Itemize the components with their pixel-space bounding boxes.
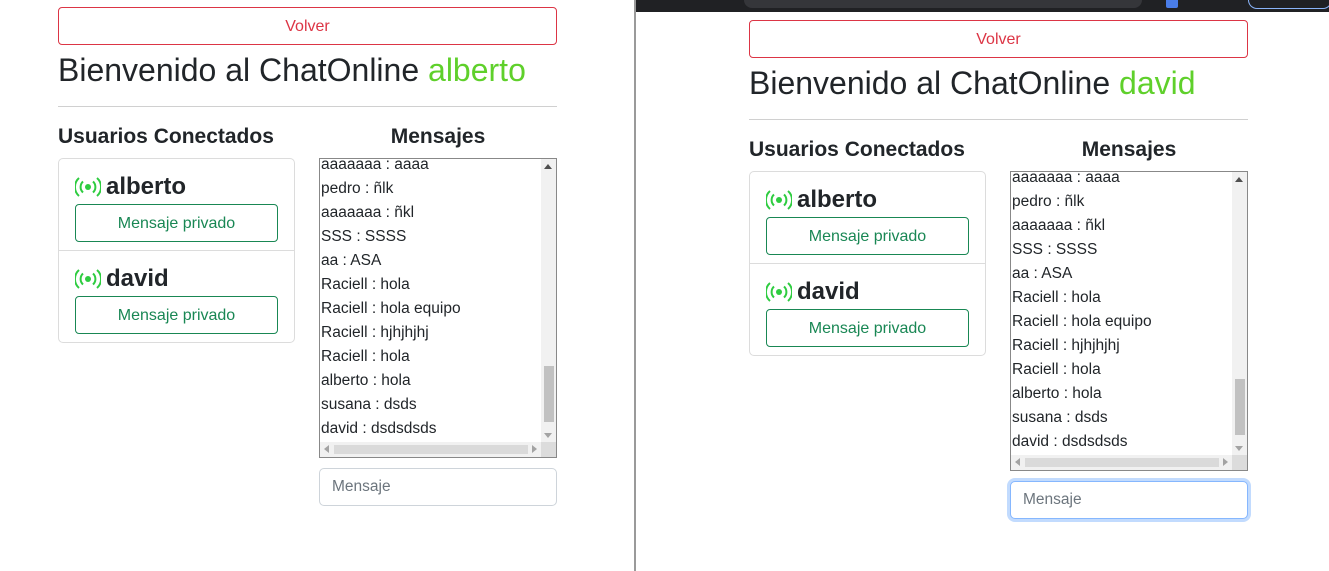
divider [749,119,1248,120]
message-line: aa : ASA [321,252,382,269]
vertical-scrollbar[interactable] [1232,172,1247,455]
welcome-text: Bienvenido al ChatOnline [58,52,429,88]
message-line: Raciell : hola [321,348,410,365]
private-message-button[interactable]: Mensaje privado [75,204,278,242]
connected-users-section: Usuarios Conectados alberto Mensaje priv… [58,125,295,343]
browser-window-right: Volver Bienvenido al ChatOnline david Us… [636,0,1329,571]
scroll-up-arrow-icon[interactable] [544,164,552,169]
users-title: Usuarios Conectados [749,138,965,161]
message-line: pedro : ñlk [321,180,394,197]
scrollbar-corner [541,442,556,457]
scroll-right-arrow-icon[interactable] [1223,458,1228,466]
browser-toolbar [636,0,1329,12]
user-name: david [106,265,169,292]
user-item-alberto: alberto Mensaje privado [59,159,294,250]
message-line: SSS : SSSS [1012,241,1098,258]
current-username: david [1119,65,1196,101]
message-line: david : dsdsdsds [1012,433,1128,450]
message-line: pedro : ñlk [1012,193,1085,210]
message-line: SSS : SSSS [321,228,407,245]
message-line: Raciell : hola [1012,289,1101,306]
message-line: aaaaaaa : ñkl [1012,217,1106,234]
users-title: Usuarios Conectados [58,125,274,148]
message-line: Raciell : hola equipo [1012,313,1152,330]
broadcast-live-icon [75,177,101,197]
message-line: alberto : hola [321,372,411,389]
messages-title: Mensajes [390,125,486,148]
message-line: Raciell : hola [321,276,410,293]
user-name: david [797,278,860,305]
back-button[interactable]: Volver [58,7,557,45]
chat-app: Volver Bienvenido al ChatOnline alberto … [58,7,557,506]
private-message-button[interactable]: Mensaje privado [766,309,969,347]
horizontal-scrollbar[interactable] [320,442,541,457]
scroll-up-arrow-icon[interactable] [1235,177,1243,182]
horizontal-scroll-thumb[interactable] [1025,458,1219,467]
user-item-david: david Mensaje privado [750,263,985,355]
messages-section: Mensajes aaaaaaa : aaaa pedro : ñlk aaaa… [1010,138,1248,519]
user-name: alberto [106,173,187,200]
message-line: aaaaaaa : aaaa [1012,171,1120,186]
user-list: alberto Mensaje privado david Mensaje pr… [58,158,295,343]
address-bar[interactable] [744,0,1142,8]
back-button[interactable]: Volver [749,20,1248,58]
vertical-scroll-thumb[interactable] [1235,379,1245,435]
user-name: alberto [797,186,878,213]
scrollbar-corner [1232,455,1247,470]
horizontal-scrollbar[interactable] [1011,455,1232,470]
welcome-text: Bienvenido al ChatOnline [749,65,1120,101]
profile-button[interactable] [1248,0,1329,9]
vertical-scroll-thumb[interactable] [544,366,554,422]
message-line: aa : ASA [1012,265,1073,282]
user-item-david: david Mensaje privado [59,250,294,342]
private-message-button[interactable]: Mensaje privado [75,296,278,334]
scroll-right-arrow-icon[interactable] [532,445,537,453]
message-line: susana : dsds [321,396,417,413]
chat-app: Volver Bienvenido al ChatOnline david Us… [749,20,1248,519]
message-line: aaaaaaa : aaaa [321,158,429,173]
connected-users-section: Usuarios Conectados alberto Mensaje priv… [749,138,986,356]
message-line: Raciell : hola equipo [321,300,461,317]
message-line: Raciell : hjhjhjhj [1012,337,1120,354]
browser-window-left: Volver Bienvenido al ChatOnline alberto … [0,0,634,571]
divider [58,106,557,107]
broadcast-live-icon [766,190,792,210]
current-username: alberto [428,52,526,88]
vertical-scrollbar[interactable] [541,159,556,442]
messages-section: Mensajes aaaaaaa : aaaa pedro : ñlk aaaa… [319,125,557,506]
message-line: aaaaaaa : ñkl [321,204,415,221]
messages-title: Mensajes [1081,138,1177,161]
messages-listbox[interactable]: aaaaaaa : aaaa pedro : ñlk aaaaaaa : ñkl… [319,158,557,458]
broadcast-live-icon [766,282,792,302]
message-line: Raciell : hola [1012,361,1101,378]
message-line: susana : dsds [1012,409,1108,426]
page-title: Bienvenido al ChatOnline alberto [58,50,557,90]
message-input[interactable] [319,468,557,506]
messages-listbox[interactable]: aaaaaaa : aaaa pedro : ñlk aaaaaaa : ñkl… [1010,171,1248,471]
scroll-down-arrow-icon[interactable] [544,433,552,438]
message-line: Raciell : hjhjhjhj [321,324,429,341]
user-list: alberto Mensaje privado david Mensaje pr… [749,171,986,356]
horizontal-scroll-thumb[interactable] [334,445,528,454]
page-title: Bienvenido al ChatOnline david [749,63,1248,103]
user-item-alberto: alberto Mensaje privado [750,172,985,263]
private-message-button[interactable]: Mensaje privado [766,217,969,255]
message-line: alberto : hola [1012,385,1102,402]
message-line: david : dsdsdsds [321,420,437,437]
scroll-left-arrow-icon[interactable] [1015,458,1020,466]
extension-icon[interactable] [1166,0,1178,8]
scroll-left-arrow-icon[interactable] [324,445,329,453]
scroll-down-arrow-icon[interactable] [1235,446,1243,451]
broadcast-live-icon [75,269,101,289]
message-input[interactable] [1010,481,1248,519]
